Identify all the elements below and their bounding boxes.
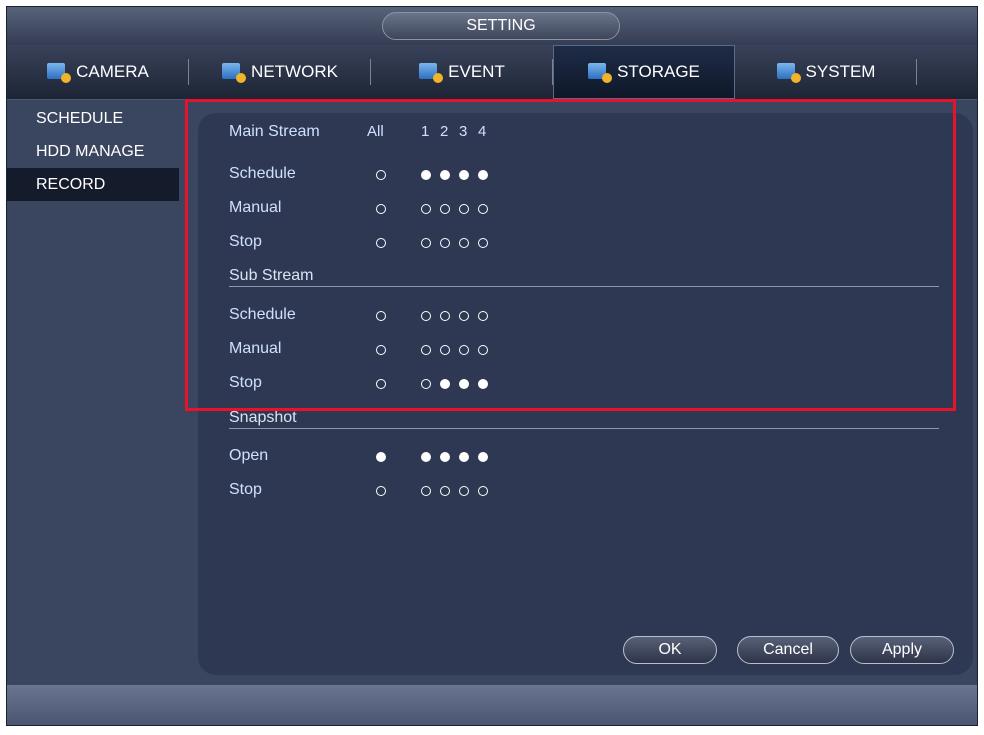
snapshot-section: Snapshot [229,409,299,427]
tab-camera-label: CAMERA [76,62,149,81]
tab-system-label: SYSTEM [805,62,876,81]
network-settings-icon [222,61,247,83]
ok-button[interactable]: OK [623,636,717,664]
tab-storage-label: STORAGE [617,62,700,81]
sidebar-item-hdd-manage[interactable]: HDD MANAGE [7,135,179,168]
snapshot-open-all-radio[interactable] [376,452,386,462]
highlight-box [185,99,956,411]
snapshot-stop-all-radio[interactable] [376,486,386,496]
snapshot-stop-ch3-radio[interactable] [459,486,469,496]
bottom-bar [7,685,977,725]
main-tab-bar: CAMERA NETWORK EVENT STORAGE SYSTEM [7,45,977,100]
cancel-button[interactable]: Cancel [737,636,839,664]
snapshot-row-label: Open [229,447,269,464]
tab-event[interactable]: EVENT [371,45,553,99]
sidebar-item-record[interactable]: RECORD [7,168,179,201]
snapshot-section-divider [229,428,939,429]
snapshot-stop-ch2-radio[interactable] [440,486,450,496]
tab-network[interactable]: NETWORK [189,45,371,99]
storage-settings-icon [588,61,613,83]
storage-sidebar: SCHEDULE HDD MANAGE RECORD [7,100,187,685]
snapshot-stop-ch1-radio[interactable] [421,486,431,496]
system-settings-icon [776,61,801,83]
camera-settings-icon [47,61,72,83]
window-title: SETTING [382,12,620,40]
sidebar-item-schedule[interactable]: SCHEDULE [7,102,179,135]
snapshot-row-label: Stop [229,481,262,498]
snapshot-open-ch1-radio[interactable] [421,452,431,462]
snapshot-open-ch2-radio[interactable] [440,452,450,462]
tab-storage[interactable]: STORAGE [553,45,735,99]
title-bar: SETTING [7,7,977,45]
tab-system[interactable]: SYSTEM [735,45,917,99]
apply-button[interactable]: Apply [850,636,954,664]
event-settings-icon [419,61,444,83]
tab-network-label: NETWORK [251,62,338,81]
tab-event-label: EVENT [448,62,505,81]
tab-camera[interactable]: CAMERA [7,45,189,99]
snapshot-open-ch4-radio[interactable] [478,452,488,462]
snapshot-open-ch3-radio[interactable] [459,452,469,462]
snapshot-stop-ch4-radio[interactable] [478,486,488,496]
